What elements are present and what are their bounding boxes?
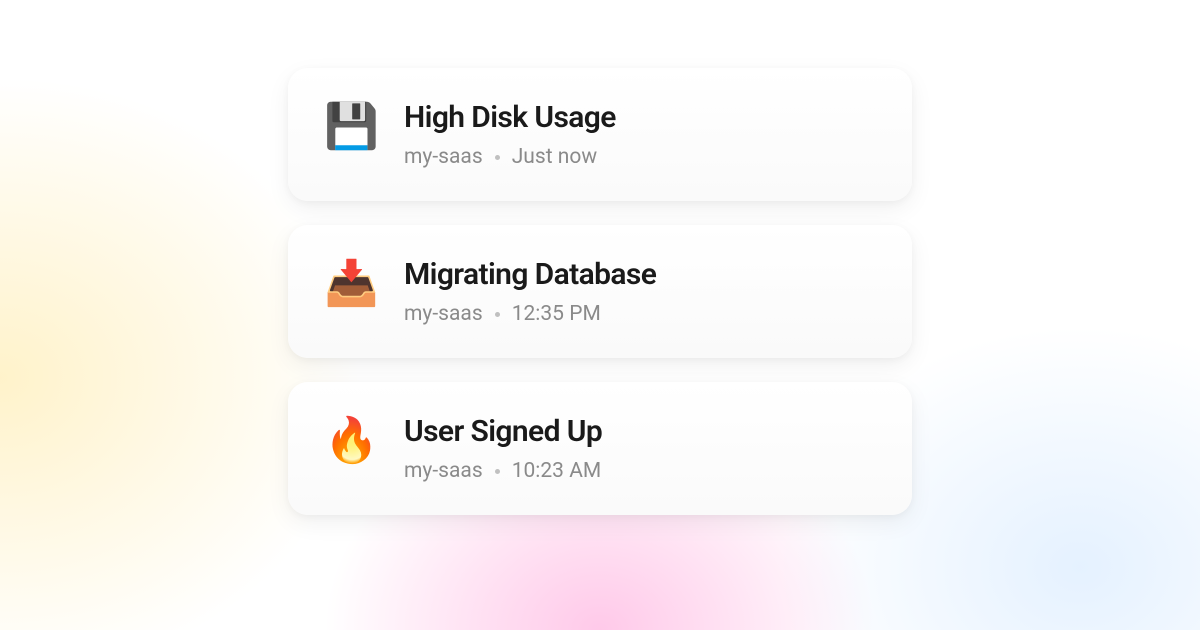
notification-project: my-saas <box>404 459 483 483</box>
notification-list: 💾 High Disk Usage my-saas Just now 📥 Mig… <box>0 0 1200 630</box>
notification-card[interactable]: 📥 Migrating Database my-saas 12:35 PM <box>288 225 912 358</box>
notification-card[interactable]: 🔥 User Signed Up my-saas 10:23 AM <box>288 382 912 515</box>
notification-card[interactable]: 💾 High Disk Usage my-saas Just now <box>288 68 912 201</box>
meta-separator <box>495 312 500 317</box>
meta-separator <box>495 155 500 160</box>
notification-body: User Signed Up my-saas 10:23 AM <box>404 414 876 483</box>
inbox-tray-icon: 📥 <box>324 257 376 309</box>
notification-title: User Signed Up <box>404 414 876 449</box>
notification-title: Migrating Database <box>404 257 876 292</box>
notification-meta: my-saas Just now <box>404 145 876 169</box>
meta-separator <box>495 469 500 474</box>
notification-body: Migrating Database my-saas 12:35 PM <box>404 257 876 326</box>
notification-meta: my-saas 10:23 AM <box>404 459 876 483</box>
notification-time: 12:35 PM <box>512 302 601 326</box>
notification-meta: my-saas 12:35 PM <box>404 302 876 326</box>
notification-time: 10:23 AM <box>512 459 602 483</box>
notification-project: my-saas <box>404 302 483 326</box>
fire-icon: 🔥 <box>324 414 376 466</box>
notification-title: High Disk Usage <box>404 100 876 135</box>
notification-body: High Disk Usage my-saas Just now <box>404 100 876 169</box>
floppy-disk-icon: 💾 <box>324 100 376 152</box>
notification-project: my-saas <box>404 145 483 169</box>
notification-time: Just now <box>512 145 597 169</box>
